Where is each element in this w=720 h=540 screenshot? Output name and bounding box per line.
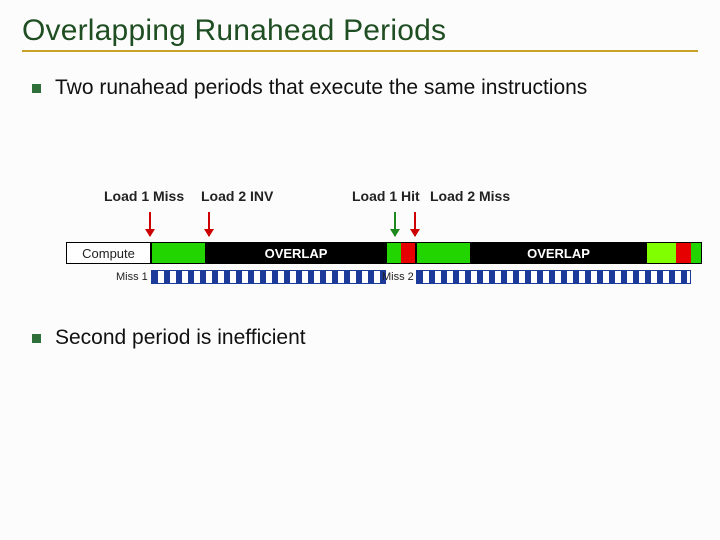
bullet-icon [32, 334, 41, 343]
seg-compute: Compute [66, 242, 151, 264]
seg-slice-red2 [676, 242, 691, 264]
timeline-arrows [66, 212, 698, 242]
seg-gap1 [151, 242, 206, 264]
miss1-label: Miss 1 [116, 271, 148, 283]
bullet-2-text: Second period is inefficient [55, 326, 306, 350]
page-title: Overlapping Runahead Periods [22, 14, 698, 48]
arrow-load1miss [149, 212, 151, 236]
label-load2inv: Load 2 INV [201, 188, 273, 204]
miss-row: Miss 1 Miss 2 [66, 270, 702, 290]
label-load2miss: Load 2 Miss [430, 188, 510, 204]
miss2-label: Miss 2 [382, 271, 414, 283]
label-load1miss: Load 1 Miss [104, 188, 184, 204]
seg-overlap2: OVERLAP [471, 242, 646, 264]
miss1-bar [151, 270, 386, 284]
bullet-2: Second period is inefficient [22, 326, 698, 350]
seg-slice-red [401, 242, 416, 264]
seg-gap2 [416, 242, 471, 264]
timeline-bar: Compute OVERLAP OVERLAP [66, 242, 702, 264]
seg-tail-green [691, 242, 702, 264]
seg-slice-green [386, 242, 401, 264]
arrow-load2inv [208, 212, 210, 236]
bullet-1: Two runahead periods that execute the sa… [22, 76, 698, 100]
arrow-load1hit [394, 212, 396, 236]
seg-overlap1: OVERLAP [206, 242, 386, 264]
arrow-load2miss [414, 212, 416, 236]
label-load1hit: Load 1 Hit [352, 188, 420, 204]
timeline-labels: Load 1 Miss Load 2 INV Load 1 Hit Load 2… [66, 188, 698, 210]
bullet-1-text: Two runahead periods that execute the sa… [55, 76, 587, 100]
bullet-icon [32, 84, 41, 93]
title-underline [22, 50, 698, 52]
miss2-bar [416, 270, 691, 284]
seg-slice-lime [646, 242, 676, 264]
